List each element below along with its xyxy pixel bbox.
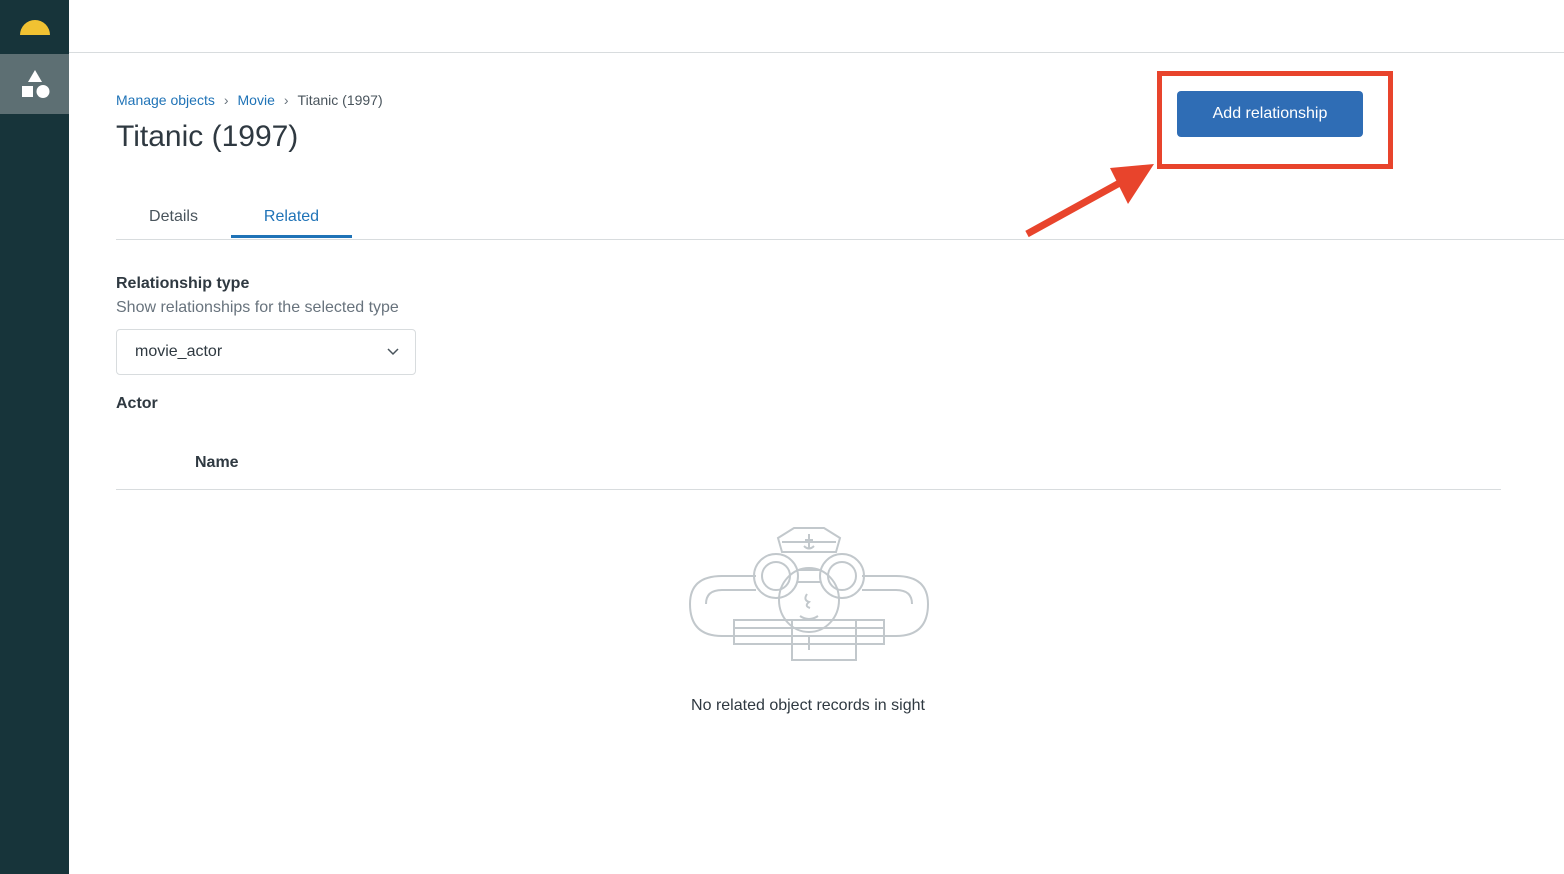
empty-state-message: No related object records in sight xyxy=(691,697,925,714)
sidebar-item-objects[interactable] xyxy=(0,54,69,114)
product-logo[interactable] xyxy=(0,0,69,52)
add-relationship-button[interactable]: Add relationship xyxy=(1177,91,1363,137)
breadcrumb: Manage objects › Movie › Titanic (1997) xyxy=(116,92,383,108)
breadcrumb-manage-objects[interactable]: Manage objects xyxy=(116,92,215,108)
section-title: Actor xyxy=(116,395,158,412)
page-title: Titanic (1997) xyxy=(116,120,299,153)
top-bar xyxy=(69,0,1564,53)
relationship-type-hint: Show relationships for the selected type xyxy=(116,299,399,316)
half-sun-logo-icon xyxy=(19,20,50,35)
column-header-name[interactable]: Name xyxy=(195,454,239,472)
breadcrumb-movie[interactable]: Movie xyxy=(238,92,275,108)
relationship-type-select[interactable]: movie_actor xyxy=(116,329,416,375)
breadcrumb-current: Titanic (1997) xyxy=(297,92,383,108)
tab-related[interactable]: Related xyxy=(231,200,352,238)
tab-details[interactable]: Details xyxy=(116,200,231,238)
breadcrumb-separator-icon: › xyxy=(223,92,229,108)
shapes-icon xyxy=(21,70,49,98)
sailor-binoculars-illustration xyxy=(688,527,930,661)
table-header: Name xyxy=(116,440,1501,490)
chevron-down-icon xyxy=(387,348,399,356)
relationship-type-label: Relationship type xyxy=(116,275,250,292)
sidebar xyxy=(0,0,69,874)
relationship-type-value: movie_actor xyxy=(135,343,223,360)
breadcrumb-separator-icon: › xyxy=(283,92,289,108)
tab-bar: Details Related xyxy=(116,200,1564,240)
